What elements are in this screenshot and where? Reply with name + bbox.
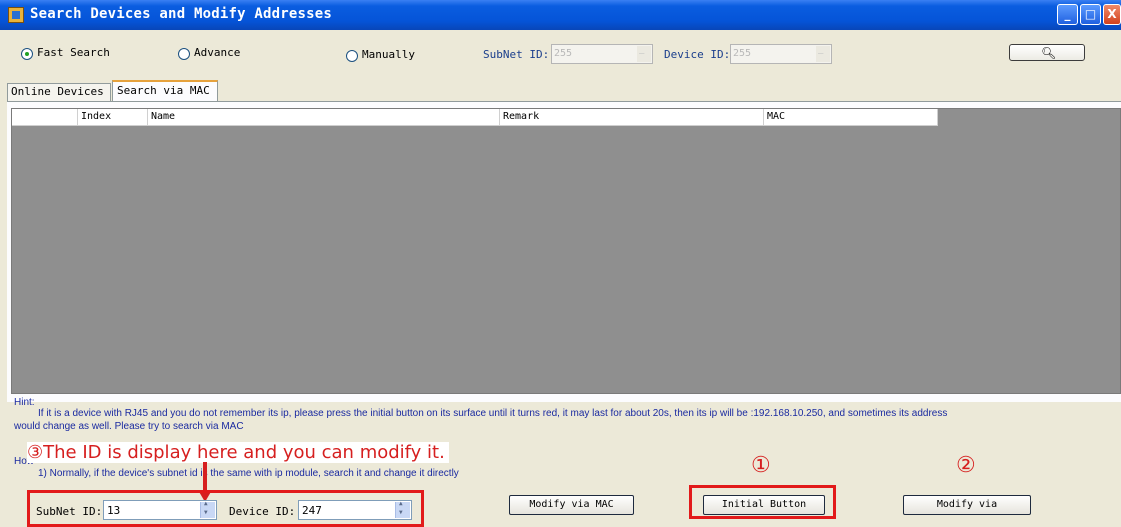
spinner-icon	[637, 46, 651, 62]
bottom-device-id-label: Device ID:	[229, 505, 296, 518]
bottom-subnet-id-value: 13	[107, 504, 121, 517]
fast-search-label: Fast Search	[37, 46, 110, 59]
subnet-id-field-disabled: 255	[551, 44, 653, 64]
subnet-id-value: 255	[554, 48, 573, 59]
advance-radio[interactable]	[178, 48, 190, 60]
bottom-subnet-id-label: SubNet ID:	[36, 505, 103, 518]
step-3-text: The ID is display here and you can modif…	[43, 442, 445, 463]
search-button[interactable]: 🔍︎	[1009, 44, 1085, 61]
minimize-icon[interactable]: _	[1057, 4, 1078, 25]
tab-online-devices[interactable]: Online Devices	[7, 83, 111, 101]
hint-line-2: would change as well. Please try to sear…	[14, 421, 244, 432]
device-id-field-disabled: 255	[730, 44, 832, 64]
row-header-col	[12, 109, 78, 125]
bottom-device-id-value: 247	[302, 504, 322, 517]
spinner-icon[interactable]	[200, 500, 215, 518]
column-remark[interactable]: Remark	[500, 109, 764, 125]
hint-title: Hint:	[14, 397, 35, 408]
step-2-marker: ②	[956, 453, 976, 478]
modify-via-button[interactable]: Modify via	[903, 495, 1031, 515]
step-3-marker: ③	[27, 442, 44, 463]
close-icon[interactable]: X	[1103, 4, 1121, 25]
spinner-icon[interactable]	[395, 500, 410, 518]
device-id-label: Device ID:	[664, 48, 731, 61]
column-name[interactable]: Name	[148, 109, 500, 125]
window-title: Search Devices and Modify Addresses	[30, 6, 333, 22]
spinner-icon	[816, 46, 830, 62]
device-id-value: 255	[733, 48, 752, 59]
bottom-subnet-id-input[interactable]: 13	[103, 500, 217, 520]
manually-label: Manually	[362, 48, 415, 61]
how-line-1: 1) Normally, if the device's subnet id i…	[38, 468, 459, 479]
column-index[interactable]: Index	[78, 109, 148, 125]
initial-button[interactable]: Initial Button	[703, 495, 825, 515]
step-3-annotation: ③The ID is display here and you can modi…	[27, 442, 449, 463]
grid-header: Index Name Remark MAC	[12, 109, 938, 126]
column-mac[interactable]: MAC	[764, 109, 938, 125]
advance-label: Advance	[194, 46, 241, 59]
fast-search-radio[interactable]	[21, 48, 33, 60]
maximize-icon[interactable]: □	[1080, 4, 1101, 25]
manually-radio[interactable]	[346, 50, 358, 62]
app-icon	[8, 7, 24, 23]
bottom-device-id-input[interactable]: 247	[298, 500, 412, 520]
title-bar: Search Devices and Modify Addresses _ □ …	[0, 0, 1121, 30]
search-icon: 🔍︎	[1041, 46, 1057, 60]
step-1-marker: ①	[751, 453, 771, 478]
device-grid[interactable]: Index Name Remark MAC	[11, 108, 1121, 394]
hint-line-1: If it is a device with RJ45 and you do n…	[38, 408, 948, 419]
subnet-id-label: SubNet ID:	[483, 48, 550, 61]
modify-via-mac-button[interactable]: Modify via MAC	[509, 495, 634, 515]
tab-search-via-mac[interactable]: Search via MAC	[112, 80, 218, 101]
